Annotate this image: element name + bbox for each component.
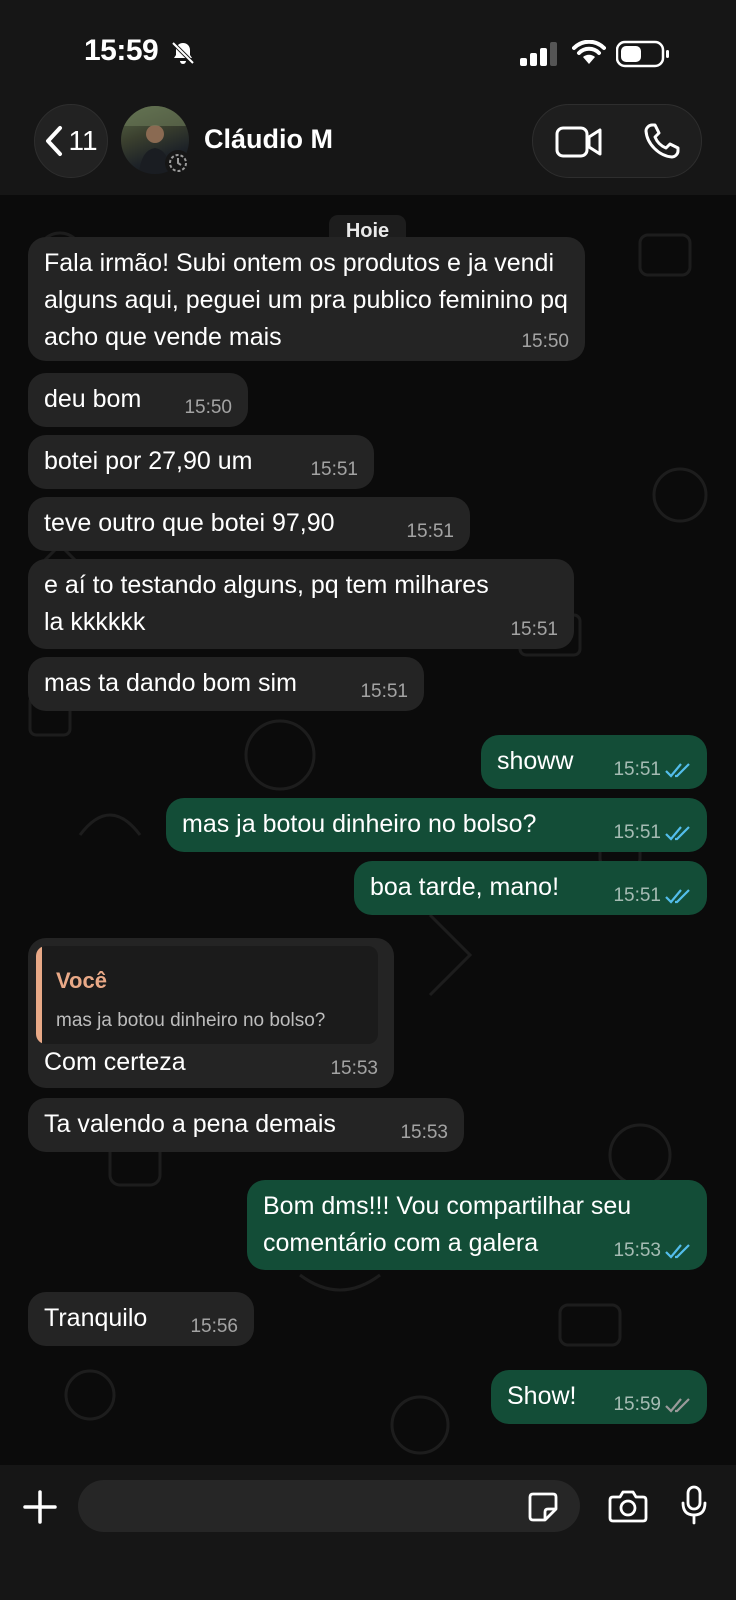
message-text: Fala irmão! Subi ontem os produtos e ja … bbox=[44, 249, 568, 351]
back-button[interactable]: 11 bbox=[34, 104, 108, 178]
message-text: Com certeza bbox=[44, 1048, 186, 1076]
message-incoming[interactable]: teve outro que botei 97,90 15:51 bbox=[28, 497, 470, 551]
message-meta: 15:53 bbox=[613, 1241, 693, 1261]
message-time: 15:53 bbox=[400, 1122, 448, 1143]
quoted-message[interactable]: Você mas ja botou dinheiro no bolso? bbox=[36, 946, 378, 1044]
message-time: 15:51 bbox=[360, 681, 408, 702]
video-call-icon[interactable] bbox=[555, 125, 603, 159]
camera-icon[interactable] bbox=[608, 1489, 648, 1523]
quote-accent-bar bbox=[36, 946, 42, 1044]
message-time: 15:59 bbox=[613, 1394, 661, 1415]
message-text: teve outro que botei 97,90 bbox=[44, 509, 335, 537]
message-time: 15:53 bbox=[330, 1058, 378, 1079]
double-check-icon bbox=[665, 889, 690, 904]
unread-count: 11 bbox=[68, 125, 98, 156]
message-time: 15:53 bbox=[613, 1240, 661, 1261]
status-time: 15:59 bbox=[84, 34, 159, 67]
message-time: 15:50 bbox=[184, 397, 232, 418]
battery-icon bbox=[616, 40, 669, 68]
message-time: 15:50 bbox=[521, 331, 569, 352]
message-text: Ta valendo a pena demais bbox=[44, 1110, 336, 1138]
message-meta: 15:51 bbox=[613, 760, 693, 780]
message-incoming[interactable]: Ta valendo a pena demais 15:53 bbox=[28, 1098, 464, 1152]
message-incoming[interactable]: Fala irmão! Subi ontem os produtos e ja … bbox=[28, 237, 585, 361]
double-check-icon bbox=[665, 1398, 690, 1413]
call-actions bbox=[532, 104, 702, 178]
phone-icon[interactable] bbox=[643, 122, 681, 160]
mic-icon[interactable] bbox=[680, 1485, 708, 1525]
message-meta: 15:59 bbox=[613, 1395, 693, 1415]
message-incoming[interactable]: deu bom 15:50 bbox=[28, 373, 248, 427]
message-outgoing[interactable]: mas ja botou dinheiro no bolso? 15:51 bbox=[166, 798, 707, 852]
message-time: 15:51 bbox=[406, 521, 454, 542]
message-list[interactable]: Hoje Fala irmão! Subi ontem os produtos … bbox=[0, 195, 736, 1465]
message-text: mas ta dando bom sim bbox=[44, 669, 297, 697]
signal-icon bbox=[520, 42, 557, 66]
quote-text: mas ja botou dinheiro no bolso? bbox=[56, 1010, 326, 1031]
message-outgoing[interactable]: Show! 15:59 bbox=[491, 1370, 707, 1424]
message-time: 15:51 bbox=[510, 619, 558, 640]
plus-icon[interactable] bbox=[22, 1489, 58, 1525]
message-text: e aí to testando alguns, pq tem milhares… bbox=[44, 571, 489, 636]
bell-off-icon bbox=[171, 41, 195, 65]
message-incoming[interactable]: mas ta dando bom sim 15:51 bbox=[28, 657, 424, 711]
message-outgoing[interactable]: boa tarde, mano! 15:51 bbox=[354, 861, 707, 915]
status-ring-icon bbox=[165, 150, 191, 176]
double-check-icon bbox=[665, 826, 690, 841]
quote-author: Você bbox=[56, 968, 107, 993]
message-time: 15:56 bbox=[190, 1316, 238, 1337]
wifi-icon bbox=[572, 40, 606, 64]
message-incoming-reply[interactable]: Você mas ja botou dinheiro no bolso? Com… bbox=[28, 938, 394, 1088]
message-outgoing[interactable]: Bom dms!!! Vou compartilhar seu comentár… bbox=[247, 1180, 707, 1270]
message-input[interactable] bbox=[78, 1480, 580, 1532]
back-chevron-icon bbox=[46, 126, 63, 156]
composer bbox=[0, 1465, 736, 1600]
double-check-icon bbox=[665, 763, 690, 778]
double-check-icon bbox=[665, 1244, 690, 1259]
chat-header: 11 Cláudio M bbox=[0, 100, 736, 195]
contact-name[interactable]: Cláudio M bbox=[204, 124, 333, 155]
status-bar: 15:59 bbox=[0, 0, 736, 100]
message-time: 15:51 bbox=[310, 459, 358, 480]
message-time: 15:51 bbox=[613, 759, 661, 780]
message-time: 15:51 bbox=[613, 822, 661, 843]
message-incoming[interactable]: Tranquilo 15:56 bbox=[28, 1292, 254, 1346]
message-outgoing[interactable]: showw 15:51 bbox=[481, 735, 707, 789]
message-meta: 15:51 bbox=[613, 886, 693, 906]
message-time: 15:51 bbox=[613, 885, 661, 906]
sticker-icon[interactable] bbox=[527, 1491, 559, 1523]
message-incoming[interactable]: e aí to testando alguns, pq tem milhares… bbox=[28, 559, 574, 649]
message-incoming[interactable]: botei por 27,90 um 15:51 bbox=[28, 435, 374, 489]
message-meta: 15:51 bbox=[613, 823, 693, 843]
